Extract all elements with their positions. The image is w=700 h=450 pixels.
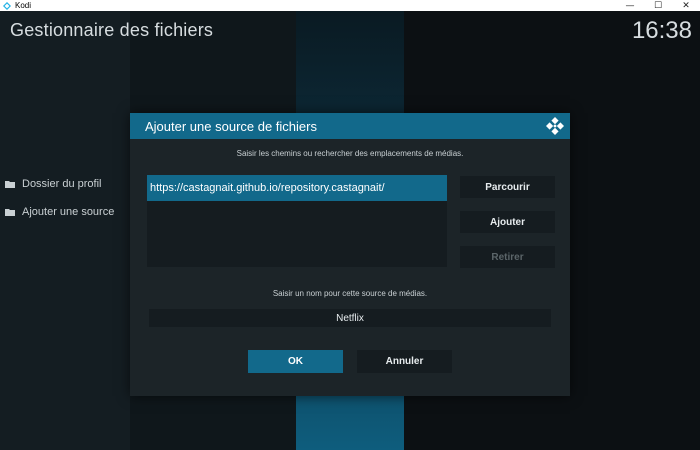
kodi-logo-icon [3,1,11,10]
source-name-input[interactable]: Netflix [149,309,551,327]
maximize-button[interactable]: ☐ [644,0,672,11]
path-list-item[interactable]: https://castagnait.github.io/repository.… [147,175,447,201]
close-button[interactable]: ✕ [672,0,700,11]
background-panel-left [0,11,130,450]
paths-hint: Saisir les chemins ou rechercher des emp… [236,149,464,158]
source-item-add-source[interactable]: Ajouter une source [5,198,114,226]
browse-button[interactable]: Parcourir [460,176,555,198]
window-controls: — ☐ ✕ [616,0,700,11]
folder-icon [5,181,15,188]
add-button[interactable]: Ajouter [460,211,555,233]
add-source-dialog: Ajouter une source de fichiers Saisir le… [130,113,570,396]
window-titlebar: Kodi — ☐ ✕ [0,0,700,11]
window-title: Kodi [15,1,32,10]
remove-button[interactable]: Retirer [460,246,555,268]
source-item-label: Dossier du profil [22,178,102,190]
dialog-header: Ajouter une source de fichiers [130,113,570,139]
ok-button[interactable]: OK [248,350,343,373]
path-list: https://castagnait.github.io/repository.… [147,175,447,267]
source-item-profile-folder[interactable]: Dossier du profil [5,170,114,198]
page-title: Gestionnaire des fichiers [10,20,214,40]
folder-icon [5,209,15,216]
name-hint: Saisir un nom pour cette source de média… [272,289,428,298]
source-list: Dossier du profil Ajouter une source [5,170,114,226]
kodi-logo-icon [546,117,564,135]
dialog-title: Ajouter une source de fichiers [145,118,317,134]
source-item-label: Ajouter une source [22,206,115,218]
clock: 16:38 [631,17,692,44]
cancel-button[interactable]: Annuler [357,350,452,373]
minimize-button[interactable]: — [616,0,644,11]
